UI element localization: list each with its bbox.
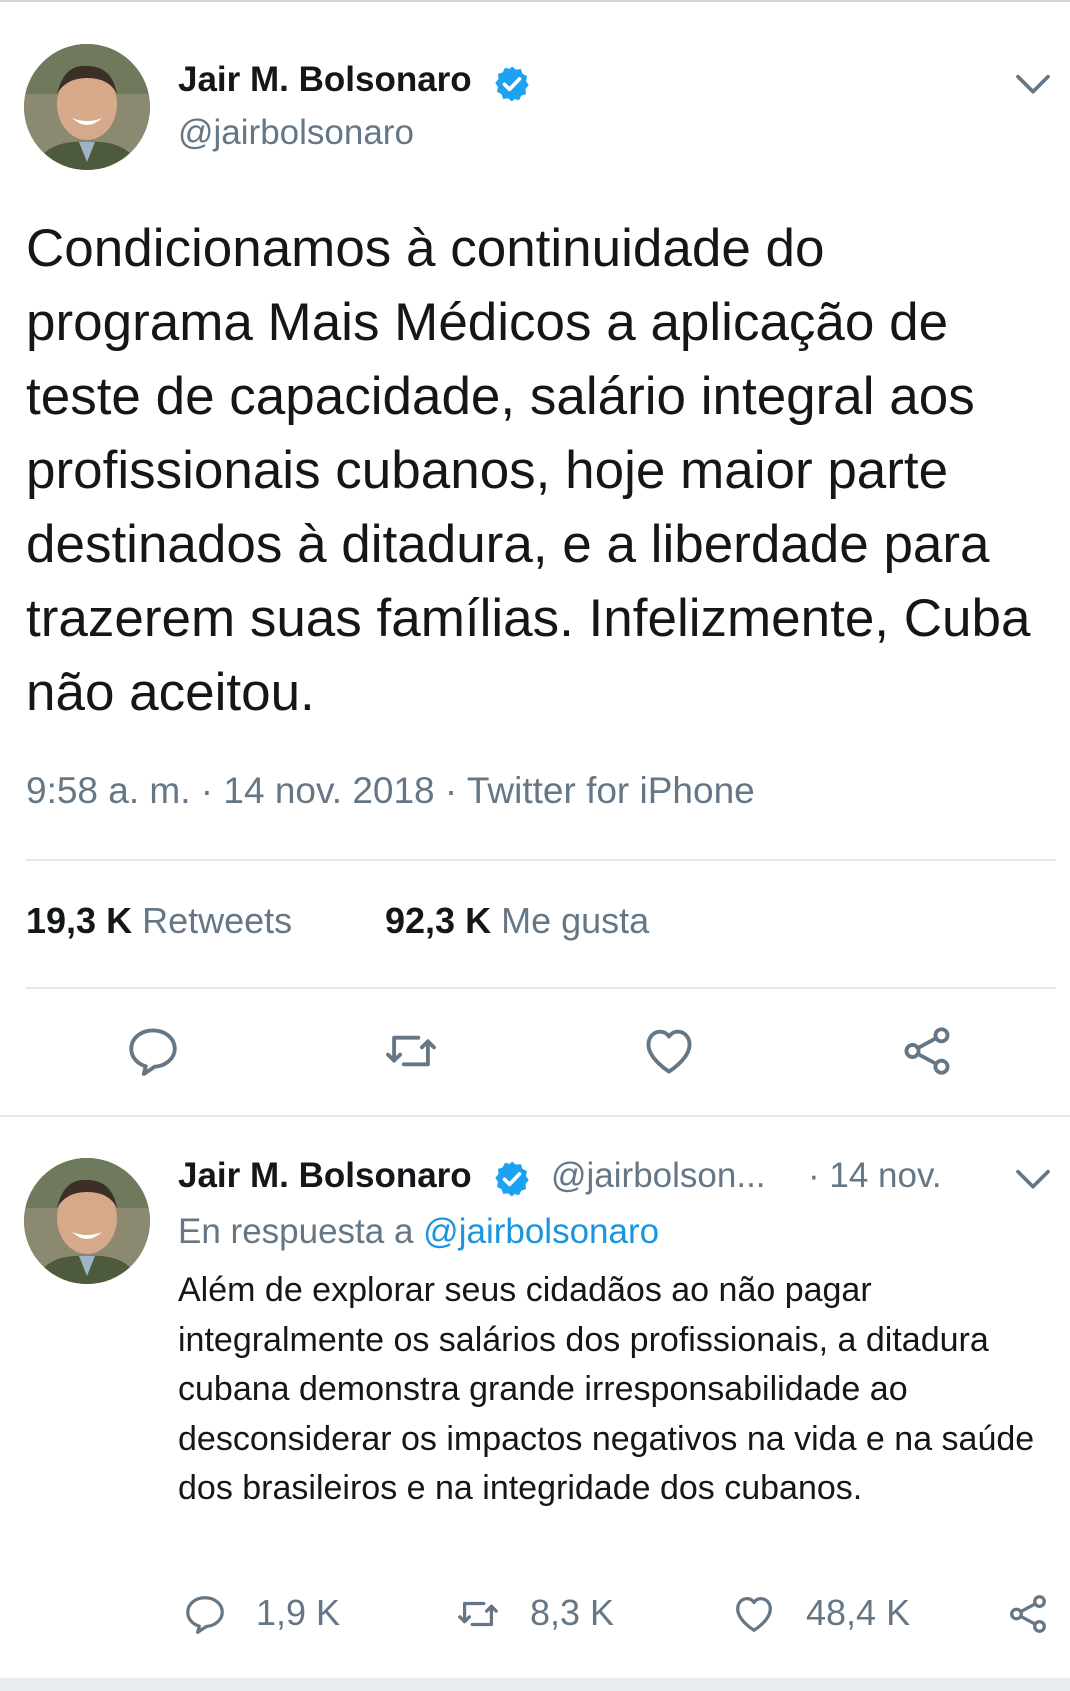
retweets-stat[interactable]: 19,3 K Retweets	[26, 900, 292, 942]
retweet-count: 8,3 K	[530, 1592, 615, 1633]
reply-prefix: En respuesta a	[178, 1212, 414, 1251]
chevron-down-icon[interactable]	[1013, 1160, 1053, 1200]
verified-badge-icon	[495, 1161, 529, 1197]
verified-badge-icon	[495, 66, 529, 102]
bottom-separator	[0, 1678, 1070, 1691]
top-border	[0, 0, 1070, 2]
reply-avatar[interactable]	[24, 1158, 150, 1284]
reply-text: Além de explorar seus cidadãos ao não pa…	[178, 1271, 1035, 1507]
retweets-label: Retweets	[142, 900, 293, 941]
likes-count: 92,3 K	[385, 900, 492, 941]
retweet-icon[interactable]	[382, 1022, 440, 1080]
tweet-separator	[0, 1115, 1070, 1117]
avatar[interactable]	[24, 44, 150, 170]
divider	[26, 859, 1056, 861]
reply-icon[interactable]	[124, 1022, 182, 1080]
share-icon[interactable]	[1005, 1591, 1051, 1637]
reply-icon[interactable]	[182, 1591, 228, 1637]
likes-label: Me gusta	[501, 900, 650, 941]
reply-author-name[interactable]: Jair M. Bolsonaro	[178, 1156, 472, 1196]
likes-stat[interactable]: 92,3 K Me gusta	[385, 900, 649, 942]
author-name[interactable]: Jair M. Bolsonaro	[178, 60, 472, 100]
retweet-icon[interactable]	[455, 1591, 501, 1637]
tweet-text: Condicionamos à continuidade do programa…	[26, 219, 1031, 722]
retweets-count: 19,3 K	[26, 900, 133, 941]
divider	[26, 987, 1056, 989]
share-icon[interactable]	[898, 1022, 956, 1080]
author-handle[interactable]: @jairbolsonaro	[178, 113, 414, 153]
reply-context: En respuesta a @jairbolsonaro	[178, 1212, 659, 1252]
heart-icon[interactable]	[731, 1591, 777, 1637]
reply-count: 1,9 K	[256, 1592, 341, 1633]
reply-author-handle[interactable]: @jairbolson...	[551, 1156, 766, 1196]
tweet-timestamp[interactable]: 9:58 a. m. · 14 nov. 2018 · Twitter for …	[26, 770, 755, 812]
reply-date[interactable]: · 14 nov.	[808, 1156, 942, 1196]
heart-icon[interactable]	[640, 1022, 698, 1080]
reply-to-handle-link[interactable]: @jairbolsonaro	[423, 1212, 659, 1251]
like-count: 48,4 K	[806, 1592, 911, 1633]
chevron-down-icon[interactable]	[1013, 65, 1053, 105]
